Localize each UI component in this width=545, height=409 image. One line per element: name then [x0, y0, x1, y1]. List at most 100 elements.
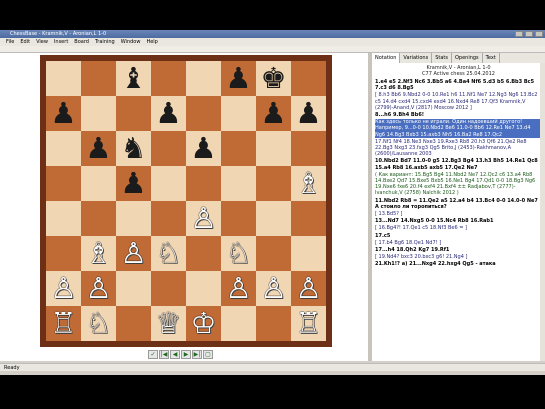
white-piece-icon[interactable]: ♖: [51, 309, 77, 338]
white-piece-icon[interactable]: ♗: [86, 239, 112, 268]
square-b7[interactable]: [81, 96, 116, 131]
black-piece-icon[interactable]: ♟: [86, 134, 112, 163]
nav-button-5[interactable]: ▢: [203, 350, 213, 359]
white-piece-icon[interactable]: ♙: [86, 274, 112, 303]
white-piece-icon[interactable]: ♘: [226, 239, 252, 268]
square-f4[interactable]: [221, 201, 256, 236]
notation-line[interactable]: [ 19.Nd4? bxc3 20.bxc3 g6! 21.Ng4 ]: [375, 254, 541, 260]
square-e3[interactable]: [186, 236, 221, 271]
square-g3[interactable]: [256, 236, 291, 271]
square-d4[interactable]: [151, 201, 186, 236]
white-piece-icon[interactable]: ♕: [156, 309, 182, 338]
square-h2[interactable]: ♙: [291, 271, 326, 306]
black-piece-icon[interactable]: ♝: [121, 64, 147, 93]
square-b4[interactable]: [81, 201, 116, 236]
nav-button-2[interactable]: ◀: [170, 350, 180, 359]
square-d6[interactable]: [151, 131, 186, 166]
square-e2[interactable]: [186, 271, 221, 306]
square-a4[interactable]: [46, 201, 81, 236]
square-d3[interactable]: ♘: [151, 236, 186, 271]
square-e8[interactable]: [186, 61, 221, 96]
nav-button-1[interactable]: |◀: [159, 350, 169, 359]
tab-text[interactable]: Text: [483, 53, 500, 63]
square-b3[interactable]: ♗: [81, 236, 116, 271]
notation-line[interactable]: 10.Nbd2 Bd7 11.0-0 g5 12.Bg3 Bg4 13.h3 B…: [375, 158, 541, 170]
white-piece-icon[interactable]: ♙: [226, 274, 252, 303]
notation-line[interactable]: Как здесь только не играли. Один надоевш…: [375, 119, 541, 138]
square-c1[interactable]: [116, 306, 151, 341]
menu-item-file[interactable]: File: [6, 38, 14, 46]
menu-item-insert[interactable]: Insert: [54, 38, 68, 46]
tab-stats[interactable]: Stats: [432, 53, 452, 63]
square-e6[interactable]: ♟: [186, 131, 221, 166]
square-d1[interactable]: ♕: [151, 306, 186, 341]
close-button[interactable]: [535, 31, 543, 37]
square-d7[interactable]: ♟: [151, 96, 186, 131]
square-e5[interactable]: [186, 166, 221, 201]
notation-line[interactable]: 1.e4 e5 2.Nf3 Nc6 3.Bb5 a6 4.Ba4 Nf6 5.d…: [375, 79, 541, 91]
menu-item-view[interactable]: View: [36, 38, 48, 46]
white-piece-icon[interactable]: ♙: [191, 204, 217, 233]
square-c6[interactable]: ♞: [116, 131, 151, 166]
square-e1[interactable]: ♔: [186, 306, 221, 341]
notation-line[interactable]: ( Как вариант: 15.Bg5 Bg4 11.Nbd2 Ne7 12…: [375, 172, 541, 197]
menu-item-help[interactable]: Help: [146, 38, 157, 46]
square-g6[interactable]: [256, 131, 291, 166]
black-piece-icon[interactable]: ♟: [156, 99, 182, 128]
nav-button-3[interactable]: ▶: [181, 350, 191, 359]
chess-board[interactable]: ♝ ♟ ♚ ♟ ♟ ♟ ♟ ♟ ♞ ♟ ♟ ♗ ♙ ♗ ♙ ♘ ♘ ♙ ♙ ♙ ♙ ♙ ♖ ♘ ♕ ♔ ♖: [46, 61, 326, 341]
white-piece-icon[interactable]: ♙: [121, 239, 147, 268]
square-c5[interactable]: ♟: [116, 166, 151, 201]
square-g4[interactable]: [256, 201, 291, 236]
white-piece-icon[interactable]: ♘: [156, 239, 182, 268]
square-a1[interactable]: ♖: [46, 306, 81, 341]
black-piece-icon[interactable]: ♟: [191, 134, 217, 163]
white-piece-icon[interactable]: ♖: [296, 309, 322, 338]
square-a6[interactable]: [46, 131, 81, 166]
white-piece-icon[interactable]: ♙: [261, 274, 287, 303]
square-f1[interactable]: [221, 306, 256, 341]
notation-line[interactable]: 13...Nd7 14.Nxg5 0-0 15.Nc4 Rb8 16.Rab1: [375, 218, 541, 224]
square-c2[interactable]: [116, 271, 151, 306]
notation-line[interactable]: 8...h6 9.Bh4 Bb6!: [375, 112, 541, 118]
notation-line[interactable]: 17.c5: [375, 233, 541, 239]
square-f2[interactable]: ♙: [221, 271, 256, 306]
notation-line[interactable]: [ 8.h3 Bb6 9.Nbd2 0-0 10.Re1 h6 11.Nf1 N…: [375, 92, 541, 111]
black-piece-icon[interactable]: ♟: [296, 99, 322, 128]
square-d8[interactable]: [151, 61, 186, 96]
notation-line[interactable]: 21.Kh1!? a) 21...Nxg4 22.hxg4 Qg5 - атак…: [375, 261, 541, 267]
notation-line[interactable]: 17.Nf1 Nf4 18.Ne3 Nxe3 19.Rxe3 Rb8 20.h3…: [375, 139, 541, 158]
white-piece-icon[interactable]: ♙: [296, 274, 322, 303]
square-d5[interactable]: [151, 166, 186, 201]
square-c3[interactable]: ♙: [116, 236, 151, 271]
square-b1[interactable]: ♘: [81, 306, 116, 341]
black-piece-icon[interactable]: ♞: [121, 134, 147, 163]
notation-line[interactable]: [ 17.b4 Bg6 18.Qe1 Nd7! ]: [375, 240, 541, 246]
move-list[interactable]: 1.e4 e5 2.Nf3 Nc6 3.Bb5 a6 4.Ba4 Nf6 5.d…: [375, 79, 541, 359]
square-h7[interactable]: ♟: [291, 96, 326, 131]
square-a2[interactable]: ♙: [46, 271, 81, 306]
black-piece-icon[interactable]: ♟: [121, 169, 147, 198]
square-g8[interactable]: ♚: [256, 61, 291, 96]
black-piece-icon[interactable]: ♟: [261, 99, 287, 128]
square-h1[interactable]: ♖: [291, 306, 326, 341]
square-g1[interactable]: [256, 306, 291, 341]
menu-item-window[interactable]: Window: [121, 38, 141, 46]
square-h8[interactable]: [291, 61, 326, 96]
black-piece-icon[interactable]: ♚: [261, 64, 287, 93]
tab-openings[interactable]: Openings: [452, 53, 483, 63]
tab-notation[interactable]: Notation: [372, 53, 401, 63]
maximize-button[interactable]: [525, 31, 533, 37]
square-a7[interactable]: ♟: [46, 96, 81, 131]
square-g7[interactable]: ♟: [256, 96, 291, 131]
square-c4[interactable]: [116, 201, 151, 236]
square-c7[interactable]: [116, 96, 151, 131]
square-f3[interactable]: ♘: [221, 236, 256, 271]
square-b5[interactable]: [81, 166, 116, 201]
black-piece-icon[interactable]: ♟: [226, 64, 252, 93]
square-a5[interactable]: [46, 166, 81, 201]
white-piece-icon[interactable]: ♔: [191, 309, 217, 338]
menu-item-board[interactable]: Board: [74, 38, 89, 46]
square-h3[interactable]: [291, 236, 326, 271]
square-f7[interactable]: [221, 96, 256, 131]
